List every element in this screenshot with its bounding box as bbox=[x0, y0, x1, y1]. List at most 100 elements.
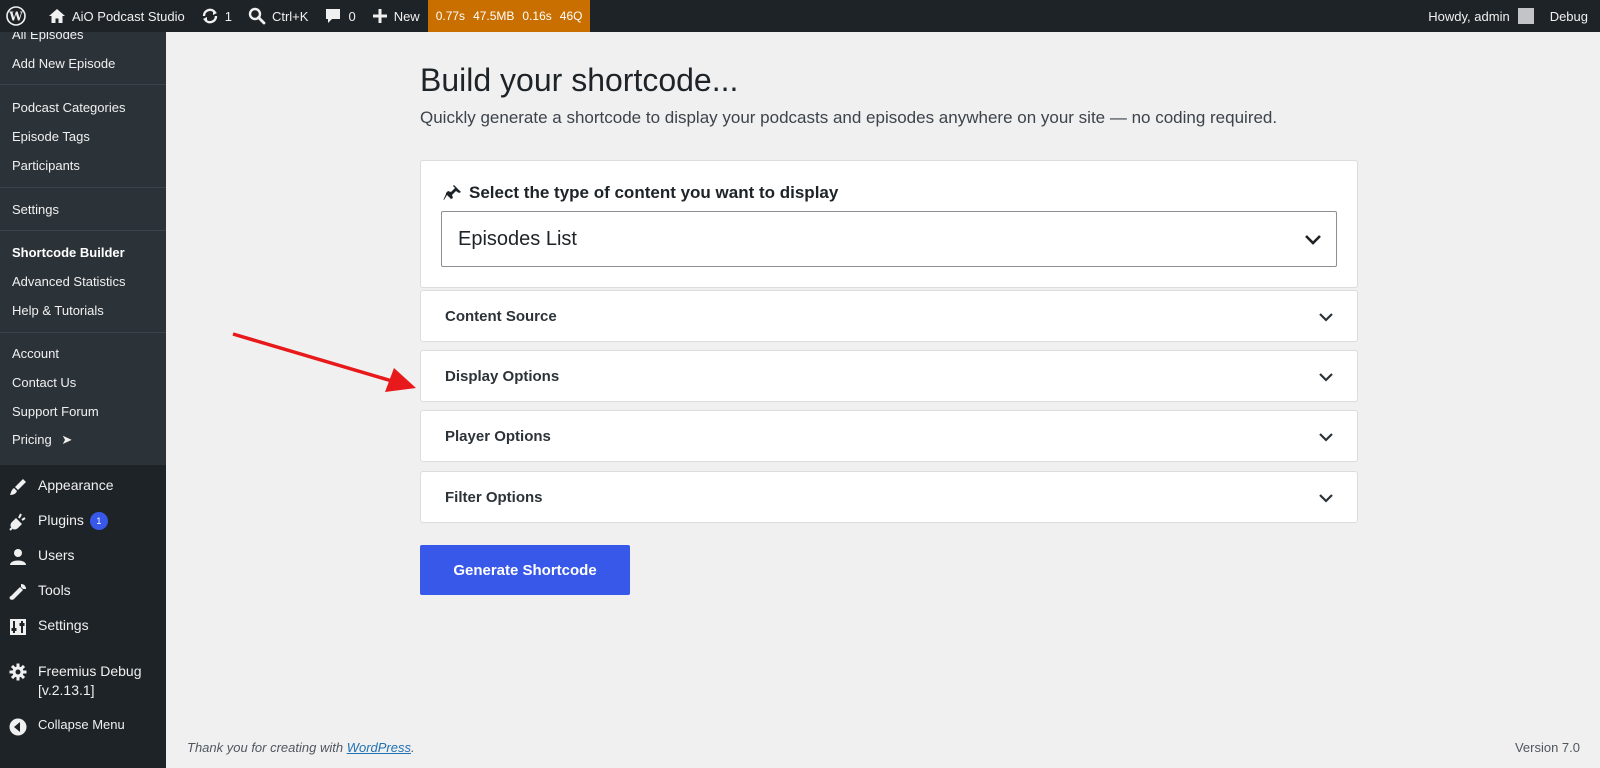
settings-sliders-icon bbox=[8, 617, 28, 637]
chevron-down-icon bbox=[1319, 494, 1333, 503]
home-icon bbox=[49, 9, 65, 23]
chevron-down-icon bbox=[1319, 433, 1333, 442]
menu-tools-label: Tools bbox=[38, 582, 71, 598]
submenu-add-new-episode[interactable]: Add New Episode bbox=[12, 56, 115, 71]
content-type-selected-value: Episodes List bbox=[458, 227, 577, 250]
collapse-arrow-icon bbox=[8, 717, 28, 737]
submenu-participants[interactable]: Participants bbox=[12, 158, 80, 173]
comments-link[interactable]: 0 bbox=[316, 0, 363, 32]
generate-shortcode-button[interactable]: Generate Shortcode bbox=[420, 545, 630, 595]
admin-bar: W AiO Podcast Studio 1 Ctrl+K 0 New 0.77… bbox=[0, 0, 1600, 32]
updates-link[interactable]: 1 bbox=[193, 0, 240, 32]
submenu-all-episodes[interactable]: All Episodes bbox=[12, 32, 84, 42]
menu-tools[interactable]: Tools bbox=[0, 582, 166, 602]
content-type-card: Select the type of content you want to d… bbox=[420, 160, 1358, 288]
perf-time: 0.77s bbox=[435, 9, 466, 23]
chevron-down-icon bbox=[1319, 313, 1333, 322]
submenu-settings[interactable]: Settings bbox=[12, 202, 59, 217]
comment-icon bbox=[326, 9, 341, 23]
submenu-episode-tags[interactable]: Episode Tags bbox=[12, 129, 90, 144]
menu-users[interactable]: Users bbox=[0, 547, 166, 567]
submenu-help-tutorials[interactable]: Help & Tutorials bbox=[12, 303, 104, 318]
accordion-player-options[interactable]: Player Options bbox=[420, 410, 1358, 462]
content-type-select[interactable]: Episodes List bbox=[441, 211, 1337, 267]
paintbrush-icon bbox=[8, 477, 28, 497]
pricing-label: Pricing bbox=[12, 432, 52, 447]
debug-label: Debug bbox=[1549, 8, 1588, 24]
debug-link[interactable]: Debug bbox=[1542, 0, 1600, 32]
updates-count: 1 bbox=[224, 8, 232, 24]
wordpress-logo-icon[interactable]: W bbox=[0, 0, 40, 32]
search-icon bbox=[248, 7, 266, 25]
accordion-display-options-label: Display Options bbox=[445, 368, 560, 385]
submenu-divider bbox=[0, 230, 166, 231]
query-monitor-stats[interactable]: 0.77s 47.5MB 0.16s 46Q bbox=[427, 0, 591, 32]
comments-count: 0 bbox=[348, 8, 356, 24]
new-content-link[interactable]: New bbox=[364, 0, 428, 32]
submenu-divider bbox=[0, 84, 166, 85]
footer-thanks: Thank you for creating with WordPress. bbox=[187, 740, 415, 755]
plus-icon bbox=[372, 9, 387, 23]
menu-appearance[interactable]: Appearance bbox=[0, 477, 166, 497]
content-type-label: Select the type of content you want to d… bbox=[443, 183, 838, 203]
footer-wordpress-link[interactable]: WordPress bbox=[347, 740, 411, 755]
refresh-icon bbox=[202, 8, 217, 24]
pricing-arrow-icon: ➤ bbox=[61, 432, 73, 447]
accordion-filter-options[interactable]: Filter Options bbox=[420, 471, 1358, 523]
footer-thanks-suffix: . bbox=[411, 740, 415, 755]
submenu-account[interactable]: Account bbox=[12, 346, 59, 361]
submenu-shortcode-builder[interactable]: Shortcode Builder bbox=[12, 245, 125, 260]
freemius-debug-version: [v.2.13.1] bbox=[38, 682, 95, 698]
menu-users-label: Users bbox=[38, 547, 75, 563]
freemius-debug-label: Freemius Debug [v.2.13.1] bbox=[38, 662, 142, 700]
main-content: Build your shortcode... Quickly generate… bbox=[166, 32, 1600, 768]
plugins-update-badge: 1 bbox=[89, 512, 108, 530]
avatar bbox=[1517, 8, 1534, 24]
page-description: Quickly generate a shortcode to display … bbox=[420, 108, 1278, 127]
accordion-content-source[interactable]: Content Source bbox=[420, 290, 1358, 342]
accordion-player-options-label: Player Options bbox=[445, 428, 551, 445]
site-name: AiO Podcast Studio bbox=[72, 8, 185, 24]
menu-plugins[interactable]: Plugins 1 bbox=[0, 512, 166, 532]
user-icon bbox=[8, 547, 28, 567]
menu-settings[interactable]: Settings bbox=[0, 617, 166, 637]
search-link[interactable]: Ctrl+K bbox=[240, 0, 316, 32]
submenu-advanced-statistics[interactable]: Advanced Statistics bbox=[12, 274, 125, 289]
menu-appearance-label: Appearance bbox=[38, 477, 114, 493]
plugin-icon bbox=[8, 512, 28, 532]
search-shortcut: Ctrl+K bbox=[271, 8, 309, 24]
submenu-podcast-categories[interactable]: Podcast Categories bbox=[12, 100, 125, 115]
site-name-link[interactable]: AiO Podcast Studio bbox=[40, 0, 193, 32]
submenu-pricing[interactable]: Pricing ➤ bbox=[12, 432, 72, 448]
accordion-filter-options-label: Filter Options bbox=[445, 489, 543, 506]
pin-icon bbox=[443, 185, 461, 200]
perf-queries: 46Q bbox=[559, 9, 583, 23]
admin-sidebar: All Episodes Add New Episode Podcast Cat… bbox=[0, 32, 166, 768]
new-label: New bbox=[393, 8, 420, 24]
freemius-debug-title: Freemius Debug bbox=[38, 663, 142, 679]
menu-settings-label: Settings bbox=[38, 617, 89, 633]
collapse-menu-label: Collapse Menu bbox=[38, 717, 125, 732]
accordion-display-options[interactable]: Display Options bbox=[420, 350, 1358, 402]
content-type-label-text: Select the type of content you want to d… bbox=[469, 183, 839, 202]
chevron-down-icon bbox=[1305, 235, 1321, 245]
podcast-submenu: All Episodes Add New Episode Podcast Cat… bbox=[0, 32, 166, 465]
menu-plugins-label: Plugins bbox=[38, 512, 84, 528]
submenu-divider bbox=[0, 332, 166, 333]
perf-query-time: 0.16s bbox=[522, 9, 552, 23]
submenu-contact-us[interactable]: Contact Us bbox=[12, 375, 76, 390]
submenu-support-forum[interactable]: Support Forum bbox=[12, 404, 99, 419]
submenu-divider bbox=[0, 187, 166, 188]
footer-thanks-prefix: Thank you for creating with bbox=[187, 740, 347, 755]
page-title: Build your shortcode... bbox=[420, 62, 739, 98]
gear-icon bbox=[8, 662, 28, 682]
accordion-content-source-label: Content Source bbox=[445, 308, 557, 325]
svg-text:W: W bbox=[8, 10, 23, 24]
wrench-icon bbox=[8, 582, 28, 602]
footer-version: Version 7.0 bbox=[1514, 740, 1580, 755]
menu-freemius-debug[interactable]: Freemius Debug [v.2.13.1] bbox=[0, 662, 166, 700]
howdy-text: Howdy, admin bbox=[1428, 8, 1510, 24]
collapse-menu-button[interactable]: Collapse Menu bbox=[0, 717, 166, 737]
perf-memory: 47.5MB bbox=[473, 9, 515, 23]
account-menu[interactable]: Howdy, admin bbox=[1420, 0, 1541, 32]
